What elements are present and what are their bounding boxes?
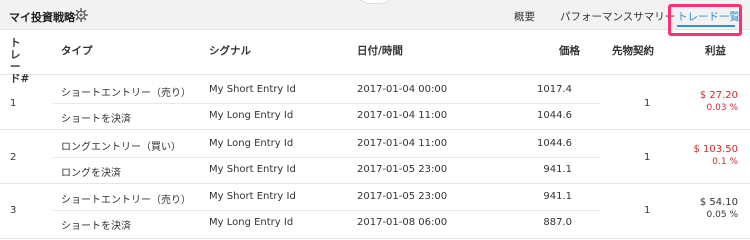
trade-number: 3: [10, 205, 17, 216]
profit-percent: 0.1 %: [712, 157, 738, 167]
col-type: タイプ: [61, 45, 93, 57]
entry-signal: My Long Entry Id: [209, 138, 294, 149]
entry-price: 1044.6: [537, 138, 572, 149]
entry-signal: My Short Entry Id: [209, 191, 296, 202]
table-row: 2 ロングエントリー（買い） ロングを決済 My Long Entry Id M…: [0, 130, 750, 184]
exit-date: 2017-01-05 23:00: [357, 164, 448, 175]
entry-date: 2017-01-05 23:00: [357, 191, 448, 202]
row-divider: [52, 103, 600, 104]
exit-date: 2017-01-08 06:00: [357, 217, 448, 228]
gear-icon[interactable]: [74, 8, 88, 22]
entry-type: ショートエントリー（売り）: [61, 88, 191, 99]
profit-amount: $ 27.20: [699, 90, 738, 101]
col-signal: シグナル: [209, 45, 251, 57]
entry-date: 2017-01-04 11:00: [357, 138, 448, 149]
contracts: 1: [644, 152, 651, 163]
profit-percent: 0.03 %: [706, 103, 738, 113]
profit-amount: $ 103.50: [693, 144, 738, 155]
exit-signal: My Short Entry Id: [209, 164, 296, 175]
strategy-title: マイ投資戦略: [9, 11, 75, 24]
row-divider: [52, 210, 600, 211]
exit-type: ショートを決済: [61, 221, 131, 232]
profit: $ 103.50 0.1 %: [693, 144, 738, 168]
exit-signal: My Long Entry Id: [209, 217, 294, 228]
entry-price: 941.1: [543, 191, 572, 202]
exit-type: ロングを決済: [61, 168, 121, 179]
profit: $ 27.20 0.03 %: [700, 90, 738, 114]
tab-overview[interactable]: 概要: [514, 9, 535, 24]
trade-number: 2: [10, 152, 17, 163]
col-profit: 利益: [705, 45, 726, 57]
contracts: 1: [644, 98, 651, 109]
strategy-tester-panel: マイ投資戦略 概要 パフォーマンスサマリー トレード一覧 トレード# タイプ シ…: [0, 0, 750, 239]
table-row: 1 ショートエントリー（売り） ショートを決済 My Short Entry I…: [0, 76, 750, 130]
tab-performance-summary[interactable]: パフォーマンスサマリー: [560, 9, 675, 24]
row-divider: [52, 157, 600, 158]
exit-price: 887.0: [543, 217, 572, 228]
col-price: 価格: [559, 45, 580, 57]
table-row: 3 ショートエントリー（売り） ショートを決済 My Short Entry I…: [0, 183, 750, 239]
col-datetime: 日付/時間: [357, 45, 403, 57]
exit-price: 941.1: [543, 164, 572, 175]
table-header: トレード# タイプ シグナル 日付/時間 価格 先物契約 利益: [0, 31, 750, 85]
entry-price: 1017.4: [537, 84, 572, 95]
col-contracts: 先物契約: [612, 45, 654, 57]
exit-date: 2017-01-04 11:00: [357, 110, 448, 121]
entry-signal: My Short Entry Id: [209, 84, 296, 95]
profit: $ 54.10 0.05 %: [700, 197, 738, 221]
profit-percent: 0.05 %: [706, 210, 738, 220]
entry-type: ショートエントリー（売り）: [61, 195, 191, 206]
exit-price: 1044.6: [537, 110, 572, 121]
exit-signal: My Long Entry Id: [209, 110, 294, 121]
entry-type: ロングエントリー（買い）: [61, 142, 181, 153]
entry-date: 2017-01-04 00:00: [357, 84, 448, 95]
profit-amount: $ 54.10: [699, 197, 738, 208]
exit-type: ショートを決済: [61, 114, 131, 125]
contracts: 1: [644, 205, 651, 216]
trade-number: 1: [10, 98, 17, 109]
